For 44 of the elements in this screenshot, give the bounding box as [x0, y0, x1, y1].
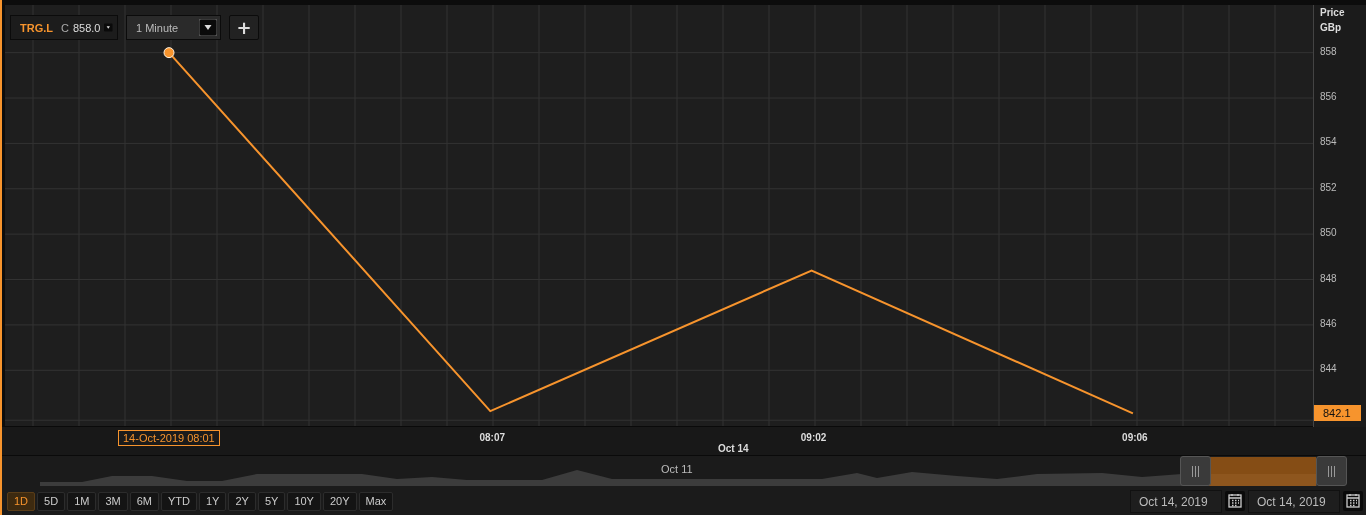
crosshair-date-label: 14-Oct-2019 08:01	[118, 430, 220, 446]
caret-icon[interactable]	[199, 19, 217, 36]
range-button[interactable]: 2Y	[228, 491, 256, 511]
range-button[interactable]: 20Y	[322, 491, 357, 511]
axis-tick-label: 852	[1320, 181, 1337, 193]
close-label: C	[61, 21, 69, 34]
range-button[interactable]: 6M	[129, 491, 159, 511]
last-price-badge: 842.1	[1314, 405, 1361, 422]
range-button[interactable]: 10Y	[287, 491, 321, 511]
interval-value: 1 Minute	[136, 21, 179, 34]
range-handle[interactable]	[1180, 456, 1211, 486]
range-button[interactable]: Max	[358, 491, 394, 511]
axis-tick-label: 846	[1320, 317, 1337, 329]
axis-tick-label: 848	[1320, 272, 1337, 284]
symbol-label: TRG.L	[20, 21, 53, 34]
axis-title: Price	[1320, 7, 1345, 18]
time-axis-label: 09:06	[1121, 432, 1149, 443]
axis-tick-label: 856	[1320, 91, 1337, 102]
date-field[interactable]: Oct 14, 2019	[1248, 489, 1340, 513]
range-button[interactable]: YTD	[160, 491, 197, 511]
date-axis-label: Oct 14	[718, 443, 749, 454]
range-button[interactable]: 1D	[7, 491, 36, 511]
symbol-selector[interactable]: TRG.L C 858.0	[10, 15, 118, 40]
range-button[interactable]: 1Y	[198, 491, 227, 511]
axis-tick-label: 844	[1320, 363, 1337, 375]
range-button[interactable]: 1M	[67, 491, 97, 511]
add-button[interactable]: +	[229, 15, 259, 40]
axis-tick-label: 850	[1320, 227, 1337, 239]
calendar-icon[interactable]	[1343, 491, 1363, 511]
crosshair-point	[163, 47, 175, 59]
close-value: 858.0	[72, 21, 101, 34]
range-button[interactable]: 5D	[37, 491, 66, 511]
time-axis-label: 08:07	[478, 432, 507, 443]
axis-tick-label: 858	[1320, 45, 1337, 57]
interval-dropdown[interactable]: 1 Minute	[126, 15, 221, 40]
range-handle[interactable]	[1316, 456, 1347, 486]
navigator-date-label: Oct 11	[661, 463, 693, 475]
calendar-icon[interactable]	[1225, 491, 1245, 511]
range-button[interactable]: 5Y	[257, 491, 286, 511]
range-button[interactable]: 3M	[98, 491, 128, 511]
axis-unit: GBp	[1320, 22, 1342, 33]
time-axis-label: 09:02	[799, 432, 828, 443]
axis-tick-label: 854	[1320, 136, 1337, 148]
date-field[interactable]: Oct 14, 2019	[1130, 489, 1222, 513]
